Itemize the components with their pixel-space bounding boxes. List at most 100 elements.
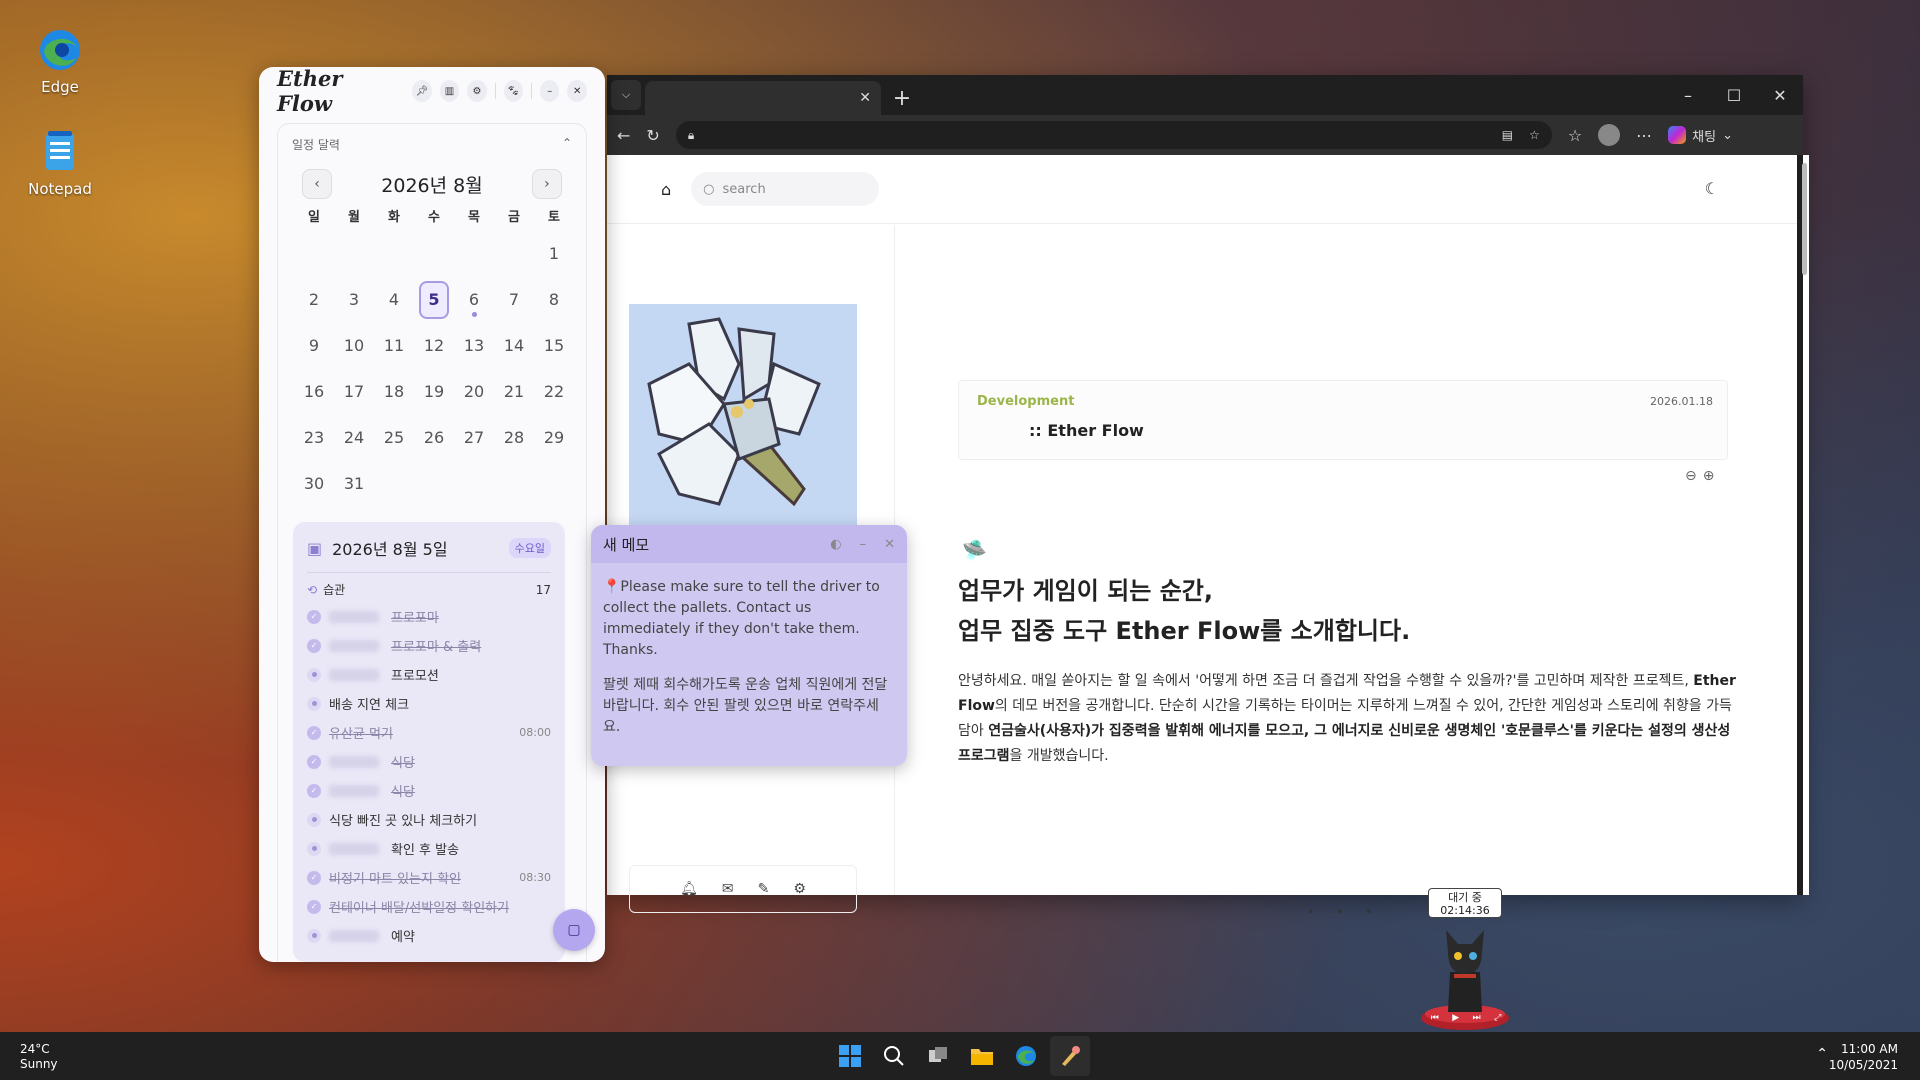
close-icon[interactable]: ✕	[884, 537, 895, 552]
prev-month-button[interactable]: ‹	[302, 169, 332, 199]
unchecked-icon[interactable]	[307, 667, 321, 682]
calendar-day[interactable]: 26	[414, 415, 454, 461]
checked-icon[interactable]: ✓	[307, 754, 321, 769]
calendar-day[interactable]: 17	[334, 369, 374, 415]
reader-icon[interactable]: ▤	[1502, 128, 1513, 142]
scrollbar-thumb[interactable]	[1802, 163, 1807, 275]
calendar-day[interactable]: 10	[334, 323, 374, 369]
task-item[interactable]: ✓ 유산균 먹기 08:00	[307, 718, 551, 747]
prev-track-icon[interactable]: ⏮	[1431, 1013, 1439, 1027]
calendar-day[interactable]: 23	[294, 415, 334, 461]
unchecked-icon[interactable]	[307, 928, 321, 943]
dark-mode-icon[interactable]: ☾	[1705, 179, 1719, 198]
palette-icon[interactable]: ◐	[830, 537, 841, 552]
checked-icon[interactable]: ✓	[307, 725, 321, 740]
tab-list-button[interactable]: ⌵	[611, 80, 641, 110]
task-item[interactable]: ✓ 컨테이너 배달/선박일정 확인하기	[307, 892, 551, 921]
calendar-day[interactable]: 9	[294, 323, 334, 369]
calendar-day[interactable]: 14	[494, 323, 534, 369]
favorites-icon[interactable]: ☆	[1568, 126, 1582, 145]
minimize-icon[interactable]: –	[860, 537, 867, 552]
calendar-day[interactable]: 15	[534, 323, 574, 369]
zoom-in-icon[interactable]: ⊕	[1703, 468, 1721, 484]
calendar-day[interactable]: 21	[494, 369, 534, 415]
task-item[interactable]: ✓ 비정기 마트 있는지 확인 08:30	[307, 863, 551, 892]
url-field[interactable]: 🔒︎ ▤ ☆	[675, 121, 1552, 149]
refresh-icon[interactable]: ↻	[646, 126, 659, 145]
zoom-out-icon[interactable]: ⊖	[1685, 468, 1703, 484]
calendar-day[interactable]: 31	[334, 461, 374, 507]
next-track-icon[interactable]: ⏭	[1473, 1013, 1481, 1027]
tray-chevron-icon[interactable]: ⌃	[1816, 1046, 1828, 1062]
calendar-day[interactable]: 16	[294, 369, 334, 415]
calendar-day[interactable]: 12	[414, 323, 454, 369]
calendar-day[interactable]: 18	[374, 369, 414, 415]
favorite-star-icon[interactable]: ☆	[1529, 128, 1540, 142]
calendar-day[interactable]: 28	[494, 415, 534, 461]
minimize-icon[interactable]: –	[539, 80, 560, 102]
task-item[interactable]: 프로모션	[307, 660, 551, 689]
pet-icon[interactable]: 🐾︎	[503, 80, 524, 102]
task-item[interactable]: ✓ 식당	[307, 776, 551, 805]
calendar-day[interactable]: 20	[454, 369, 494, 415]
maximize-button[interactable]: ☐	[1711, 86, 1757, 105]
post-category[interactable]: Development	[977, 394, 1074, 409]
unchecked-icon[interactable]	[307, 841, 321, 856]
settings-icon[interactable]: ⚙	[793, 881, 806, 897]
carousel-dots[interactable]: •••	[1307, 905, 1394, 919]
weather-widget[interactable]: 24°C Sunny	[20, 1042, 58, 1072]
minimize-button[interactable]: –	[1665, 86, 1711, 105]
calendar-day[interactable]: 25	[374, 415, 414, 461]
search-button[interactable]	[874, 1036, 914, 1076]
calendar-day[interactable]: 8	[534, 277, 574, 323]
home-icon[interactable]: ⌂	[661, 180, 671, 199]
copilot-chat-button[interactable]: 채팅 ⌄	[1668, 126, 1733, 145]
calendar-day[interactable]: 5	[414, 277, 454, 323]
expand-icon[interactable]: ⤢	[1494, 1013, 1501, 1027]
task-item[interactable]: 예약	[307, 921, 551, 950]
calendar-day[interactable]: 22	[534, 369, 574, 415]
calendar-day[interactable]: 6	[454, 277, 494, 323]
task-item[interactable]: ✓ 프로포마	[307, 602, 551, 631]
calendar-day[interactable]: 30	[294, 461, 334, 507]
close-icon[interactable]: ✕	[567, 80, 587, 102]
edge-taskbar-button[interactable]	[1006, 1036, 1046, 1076]
chevron-down-icon[interactable]: ⌄	[1722, 128, 1733, 143]
calendar-day[interactable]: 7	[494, 277, 534, 323]
bell-icon[interactable]: 🔔︎	[680, 881, 698, 897]
edit-icon[interactable]: ✎	[758, 881, 770, 897]
play-icon[interactable]: ▶	[1452, 1013, 1459, 1027]
unchecked-icon[interactable]	[307, 696, 321, 711]
unchecked-icon[interactable]	[307, 812, 321, 827]
calendar-day[interactable]: 29	[534, 415, 574, 461]
calendar-day[interactable]: 4	[374, 277, 414, 323]
checked-icon[interactable]: ✓	[307, 783, 321, 798]
task-item[interactable]: ✓ 식당	[307, 747, 551, 776]
next-month-button[interactable]: ›	[531, 169, 562, 199]
task-item[interactable]: 배송 지연 체크	[307, 689, 551, 718]
calendar-day[interactable]: 11	[374, 323, 414, 369]
checked-icon[interactable]: ✓	[307, 899, 321, 914]
checked-icon[interactable]: ✓	[307, 609, 321, 624]
browser-tab[interactable]: ✕	[645, 81, 881, 115]
file-explorer-button[interactable]	[962, 1036, 1002, 1076]
calendar-day[interactable]: 27	[454, 415, 494, 461]
calendar-day[interactable]: 3	[334, 277, 374, 323]
memo-body[interactable]: 📍Please make sure to tell the driver to …	[591, 563, 907, 738]
calendar-day[interactable]: 24	[334, 415, 374, 461]
calendar-day[interactable]: 13	[454, 323, 494, 369]
start-button[interactable]	[830, 1036, 870, 1076]
search-input[interactable]: ○ search	[691, 172, 880, 206]
desktop-icon-edge[interactable]: Edge	[20, 26, 100, 96]
scrollbar[interactable]	[1802, 155, 1809, 895]
calendar-day[interactable]: 1	[534, 231, 574, 277]
back-icon[interactable]: ←	[617, 126, 630, 145]
desktop-icon-notepad[interactable]: Notepad	[20, 128, 100, 198]
gear-icon[interactable]: ⚙	[467, 80, 487, 102]
etherflow-taskbar-button[interactable]	[1050, 1036, 1090, 1076]
taskbar-clock[interactable]: 11:00 AM 10/05/2021	[1829, 1041, 1898, 1073]
collapse-chevron-icon[interactable]: ⌃	[562, 136, 572, 153]
task-item[interactable]: ✓ 프로포마 & 출력	[307, 631, 551, 660]
close-button[interactable]: ✕	[1757, 86, 1803, 105]
calendar-day[interactable]: 2	[294, 277, 334, 323]
